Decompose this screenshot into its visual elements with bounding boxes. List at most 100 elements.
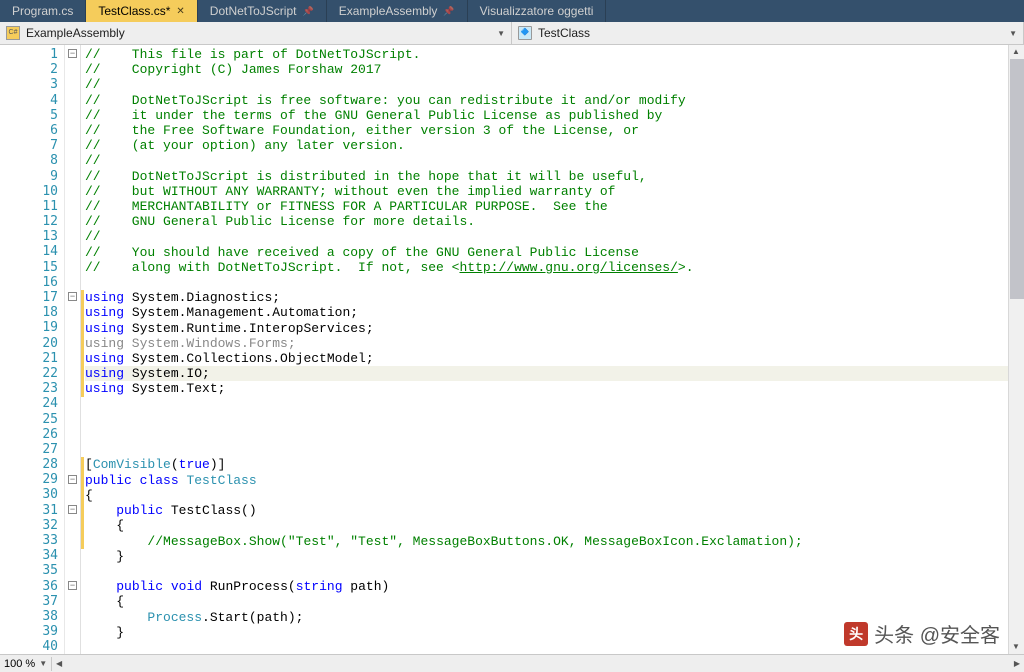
tab-label: Visualizzatore oggetti (480, 4, 594, 18)
code-line[interactable]: // (85, 77, 1024, 92)
code-line[interactable]: public class TestClass (85, 473, 1024, 488)
code-line[interactable]: using System.Management.Automation; (85, 305, 1024, 320)
scroll-thumb[interactable] (1010, 59, 1024, 299)
line-number: 3 (0, 77, 58, 92)
line-number: 19 (0, 320, 58, 335)
line-number: 37 (0, 594, 58, 609)
code-line[interactable]: // the Free Software Foundation, either … (85, 123, 1024, 138)
code-line[interactable] (85, 275, 1024, 290)
code-line[interactable]: // (85, 153, 1024, 168)
csharp-icon: C# (6, 26, 20, 40)
code-line[interactable] (85, 427, 1024, 442)
code-line[interactable]: // (85, 229, 1024, 244)
code-line[interactable]: using System.Text; (85, 381, 1024, 396)
document-tab[interactable]: Program.cs (0, 0, 86, 22)
line-number: 31 (0, 503, 58, 518)
document-tab[interactable]: TestClass.cs* ✕ (86, 0, 197, 22)
code-line[interactable] (85, 397, 1024, 412)
code-line[interactable]: public TestClass() (85, 503, 1024, 518)
change-indicator-strip (81, 45, 85, 655)
code-line[interactable]: public void RunProcess(string path) (85, 579, 1024, 594)
line-number: 14 (0, 244, 58, 259)
code-line[interactable]: using System.Collections.ObjectModel; (85, 351, 1024, 366)
code-line[interactable]: // along with DotNetToJScript. If not, s… (85, 260, 1024, 275)
code-content[interactable]: // This file is part of DotNetToJScript.… (85, 45, 1024, 655)
document-tab[interactable]: ExampleAssembly 📌 (327, 0, 468, 22)
code-line[interactable] (85, 564, 1024, 579)
line-number: 12 (0, 214, 58, 229)
code-line[interactable]: using System.Windows.Forms; (85, 336, 1024, 351)
zoom-selector[interactable]: 100 % ▼ (0, 657, 52, 671)
line-number: 24 (0, 396, 58, 411)
code-line[interactable]: // GNU General Public License for more d… (85, 214, 1024, 229)
code-line[interactable]: //MessageBox.Show("Test", "Test", Messag… (85, 534, 1024, 549)
tab-label: DotNetToJScript (210, 4, 297, 18)
code-line[interactable] (85, 442, 1024, 457)
outline-toggle[interactable]: − (68, 581, 77, 590)
code-line[interactable]: [ComVisible(true)] (85, 457, 1024, 472)
scroll-down-icon[interactable]: ▼ (1009, 640, 1023, 654)
horizontal-scrollbar[interactable]: ◀ ▶ (52, 656, 1024, 672)
code-line[interactable] (85, 412, 1024, 427)
line-number: 36 (0, 579, 58, 594)
scroll-up-icon[interactable]: ▲ (1009, 45, 1023, 59)
code-line[interactable]: // DotNetToJScript is free software: you… (85, 93, 1024, 108)
code-line[interactable]: // Copyright (C) James Forshaw 2017 (85, 62, 1024, 77)
tab-label: TestClass.cs* (98, 4, 170, 18)
line-number-gutter: 12345678910111213141516171819202122💡2324… (0, 45, 65, 655)
code-line[interactable]: { (85, 488, 1024, 503)
code-line[interactable]: // This file is part of DotNetToJScript. (85, 47, 1024, 62)
line-number: 4 (0, 93, 58, 108)
code-line[interactable]: using System.Diagnostics; (85, 290, 1024, 305)
chevron-down-icon: ▼ (497, 29, 505, 38)
code-line[interactable]: { (85, 518, 1024, 533)
line-number: 25 (0, 412, 58, 427)
class-text: TestClass (538, 26, 1003, 40)
scope-dropdown[interactable]: C# ExampleAssembly ▼ (0, 22, 512, 44)
code-line[interactable]: { (85, 594, 1024, 609)
code-line[interactable]: using System.Runtime.InteropServices; (85, 321, 1024, 336)
code-line[interactable]: // DotNetToJScript is distributed in the… (85, 169, 1024, 184)
outline-toggle[interactable]: − (68, 292, 77, 301)
line-number: 18 (0, 305, 58, 320)
code-line[interactable]: using System.IO; (85, 366, 1024, 381)
code-line[interactable]: // but WITHOUT ANY WARRANTY; without eve… (85, 184, 1024, 199)
line-number: 2 (0, 62, 58, 77)
watermark-icon: 头 (844, 622, 868, 646)
line-number: 33 (0, 533, 58, 548)
line-number: 13 (0, 229, 58, 244)
close-icon[interactable]: ✕ (176, 6, 184, 17)
status-bar: 100 % ▼ ◀ ▶ (0, 654, 1024, 672)
line-number: 10 (0, 184, 58, 199)
line-number: 30 (0, 487, 58, 502)
outline-toggle[interactable]: − (68, 475, 77, 484)
line-number: 16 (0, 275, 58, 290)
code-line[interactable]: // You should have received a copy of th… (85, 245, 1024, 260)
outline-strip: − − − − − (65, 45, 81, 655)
code-line[interactable]: // MERCHANTABILITY or FITNESS FOR A PART… (85, 199, 1024, 214)
line-number: 23 (0, 381, 58, 396)
line-number: 15 (0, 260, 58, 275)
document-tab[interactable]: DotNetToJScript📌 (198, 0, 327, 22)
tab-label: Program.cs (12, 4, 73, 18)
line-number: 6 (0, 123, 58, 138)
tab-label: ExampleAssembly (339, 4, 438, 18)
class-dropdown[interactable]: 🔷 TestClass ▼ (512, 22, 1024, 44)
chevron-down-icon: ▼ (39, 659, 47, 668)
class-icon: 🔷 (518, 26, 532, 40)
line-number: 17 (0, 290, 58, 305)
scroll-right-icon[interactable]: ▶ (1010, 657, 1024, 671)
code-line[interactable]: // (at your option) any later version. (85, 138, 1024, 153)
code-editor[interactable]: 12345678910111213141516171819202122💡2324… (0, 45, 1024, 655)
code-line[interactable]: } (85, 549, 1024, 564)
scroll-left-icon[interactable]: ◀ (52, 657, 66, 671)
document-tab[interactable]: Visualizzatore oggetti (468, 0, 607, 22)
scope-text: ExampleAssembly (26, 26, 491, 40)
vertical-scrollbar[interactable]: ▲ ▼ (1008, 45, 1024, 654)
watermark-text: 头条 @安全客 (874, 619, 1000, 648)
outline-toggle[interactable]: − (68, 49, 77, 58)
code-line[interactable]: // it under the terms of the GNU General… (85, 108, 1024, 123)
pin-icon: 📌 (443, 6, 454, 17)
outline-toggle[interactable]: − (68, 505, 77, 514)
line-number: 9 (0, 169, 58, 184)
